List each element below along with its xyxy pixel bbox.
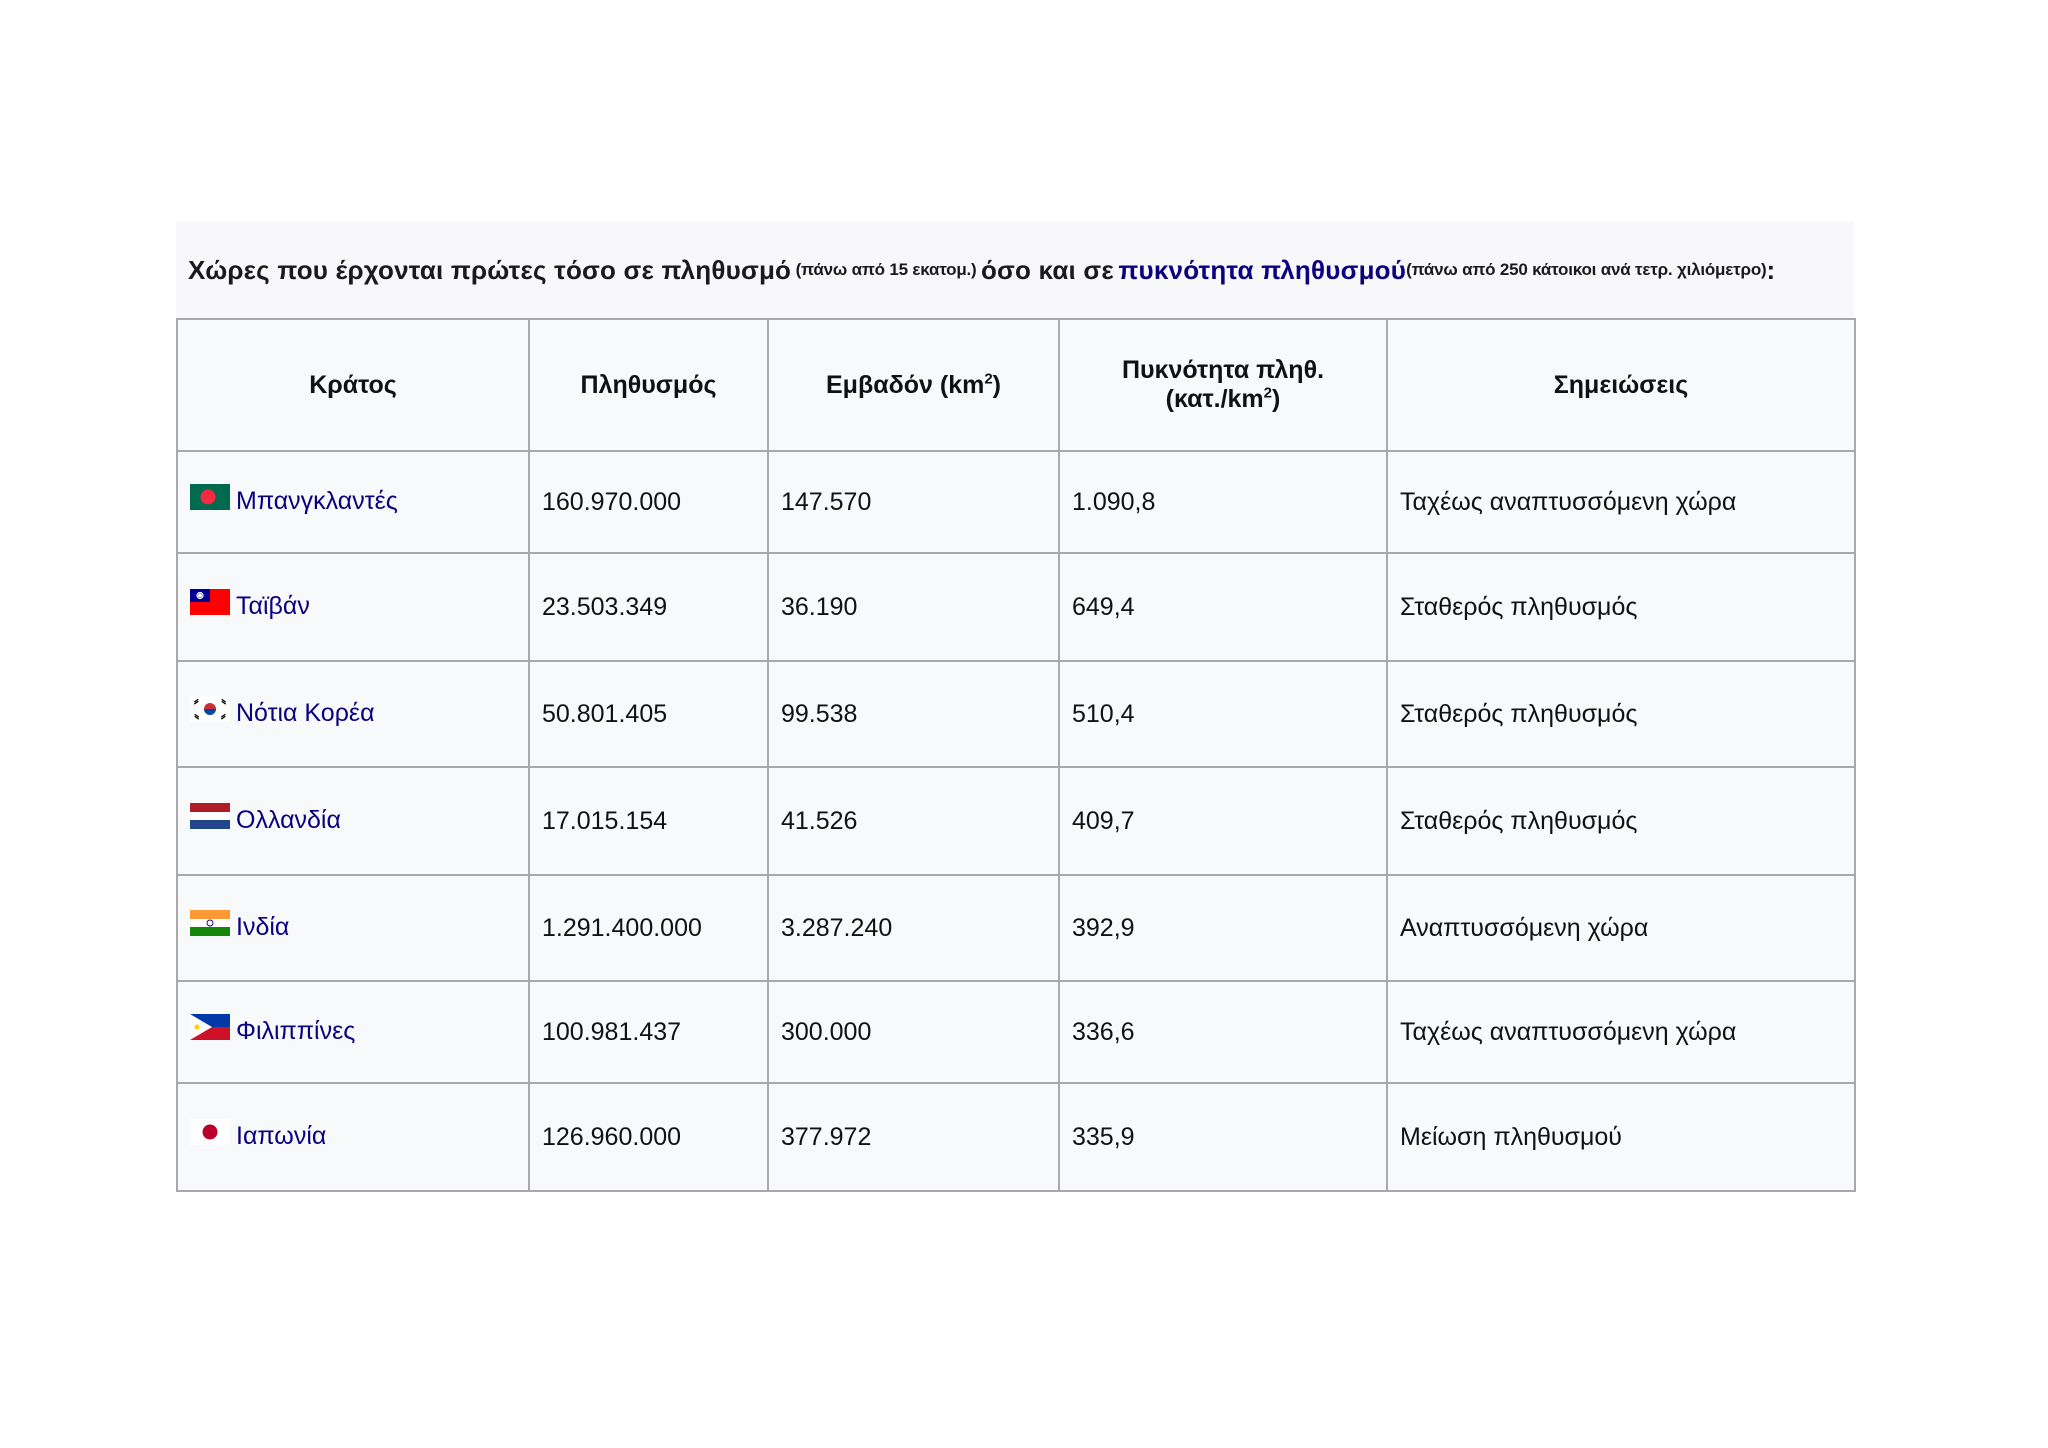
country-cell: Ταϊβάν: [176, 552, 530, 662]
density-cell: 510,4: [1058, 660, 1388, 768]
philippines-flag-icon: [190, 1014, 230, 1041]
table-row: Φιλιππίνες 100.981.437 300.000 336,6 Ταχ…: [176, 980, 1856, 1084]
population-cell: 126.960.000: [528, 1082, 769, 1192]
density-table: Κράτος Πληθυσμός Εμβαδόν (km2) Πυκνότητα…: [176, 318, 1856, 1192]
population-cell: 50.801.405: [528, 660, 769, 768]
table-row: Ιαπωνία 126.960.000 377.972 335,9 Μείωση…: [176, 1082, 1856, 1192]
table-row: Ινδία 1.291.400.000 3.287.240 392,9 Αναπ…: [176, 874, 1856, 982]
header-country: Κράτος: [176, 318, 530, 452]
header-area-sup: 2: [984, 370, 993, 388]
notes-cell: Ταχέως αναπτυσσόμενη χώρα: [1386, 980, 1856, 1084]
population-cell: 23.503.349: [528, 552, 769, 662]
density-cell: 1.090,8: [1058, 450, 1388, 554]
country-cell: Ινδία: [176, 874, 530, 982]
header-area-end: ): [992, 370, 1001, 399]
bangladesh-flag-icon: [190, 484, 230, 511]
population-cell: 17.015.154: [528, 766, 769, 876]
country-cell: Φιλιππίνες: [176, 980, 530, 1084]
header-density: Πυκνότητα πληθ. (κατ./km2): [1058, 318, 1388, 452]
population-cell: 100.981.437: [528, 980, 769, 1084]
country-link[interactable]: Ταϊβάν: [236, 592, 310, 621]
country-cell: Νότια Κορέα: [176, 660, 530, 768]
table-row: Ολλανδία 17.015.154 41.526 409,7 Σταθερό…: [176, 766, 1856, 876]
country-link[interactable]: Ιαπωνία: [236, 1122, 326, 1151]
area-cell: 36.190: [767, 552, 1060, 662]
density-cell: 392,9: [1058, 874, 1388, 982]
country-link[interactable]: Νότια Κορέα: [236, 699, 375, 728]
header-density-line1: Πυκνότητα πληθ.: [1121, 356, 1325, 384]
table-row: Νότια Κορέα 50.801.405 99.538 510,4 Σταθ…: [176, 660, 1856, 768]
notes-cell: Σταθερός πληθυσμός: [1386, 766, 1856, 876]
header-density-sup: 2: [1263, 384, 1272, 402]
density-cell: 649,4: [1058, 552, 1388, 662]
country-cell: Ολλανδία: [176, 766, 530, 876]
country-link[interactable]: Φιλιππίνες: [236, 1017, 355, 1046]
density-cell: 409,7: [1058, 766, 1388, 876]
population-cell: 1.291.400.000: [528, 874, 769, 982]
country-cell: Ιαπωνία: [176, 1082, 530, 1192]
country-cell: Μπανγκλαντές: [176, 450, 530, 554]
header-density-end: ): [1272, 385, 1281, 413]
area-cell: 147.570: [767, 450, 1060, 554]
south-korea-flag-icon: [190, 696, 230, 723]
header-area-text: Εμβαδόν (km: [825, 370, 985, 399]
notes-cell: Μείωση πληθυσμού: [1386, 1082, 1856, 1192]
header-population: Πληθυσμός: [528, 318, 769, 452]
notes-cell: Αναπτυσσόμενη χώρα: [1386, 874, 1856, 982]
taiwan-flag-icon: [190, 589, 230, 616]
caption-text-1: Χώρες που έρχονται πρώτες τόσο σε πληθυσ…: [188, 254, 792, 285]
notes-cell: Ταχέως αναπτυσσόμενη χώρα: [1386, 450, 1856, 554]
country-link[interactable]: Ολλανδία: [236, 806, 341, 835]
country-link[interactable]: Μπανγκλαντές: [236, 487, 398, 516]
notes-cell: Σταθερός πληθυσμός: [1386, 552, 1856, 662]
density-cell: 335,9: [1058, 1082, 1388, 1192]
country-link[interactable]: Ινδία: [236, 913, 289, 942]
table-caption: Χώρες που έρχονται πρώτες τόσο σε πληθυσ…: [176, 222, 1854, 318]
header-density-line2: (κατ./km: [1165, 385, 1264, 413]
header-notes: Σημειώσεις: [1386, 318, 1856, 452]
netherlands-flag-icon: [190, 803, 230, 830]
population-cell: 160.970.000: [528, 450, 769, 554]
caption-note-1: (πάνω από 15 εκατομ.): [795, 260, 977, 279]
notes-cell: Σταθερός πληθυσμός: [1386, 660, 1856, 768]
caption-note-2: (πάνω από 250 κάτοικοι ανά τετρ. χιλιόμε…: [1406, 260, 1767, 279]
japan-flag-icon: [190, 1119, 230, 1146]
india-flag-icon: [190, 910, 230, 937]
header-row: Κράτος Πληθυσμός Εμβαδόν (km2) Πυκνότητα…: [176, 318, 1856, 452]
area-cell: 99.538: [767, 660, 1060, 768]
header-area: Εμβαδόν (km2): [767, 318, 1060, 452]
density-cell: 336,6: [1058, 980, 1388, 1084]
area-cell: 41.526: [767, 766, 1060, 876]
table-row: Ταϊβάν 23.503.349 36.190 649,4 Σταθερός …: [176, 552, 1856, 662]
population-density-link[interactable]: πυκνότητα πληθυσμού: [1118, 255, 1406, 286]
area-cell: 377.972: [767, 1082, 1060, 1192]
caption-end: :: [1766, 254, 1776, 285]
area-cell: 3.287.240: [767, 874, 1060, 982]
table-row: Μπανγκλαντές 160.970.000 147.570 1.090,8…: [176, 450, 1856, 554]
caption-text-2: όσο και σε: [980, 254, 1114, 285]
area-cell: 300.000: [767, 980, 1060, 1084]
